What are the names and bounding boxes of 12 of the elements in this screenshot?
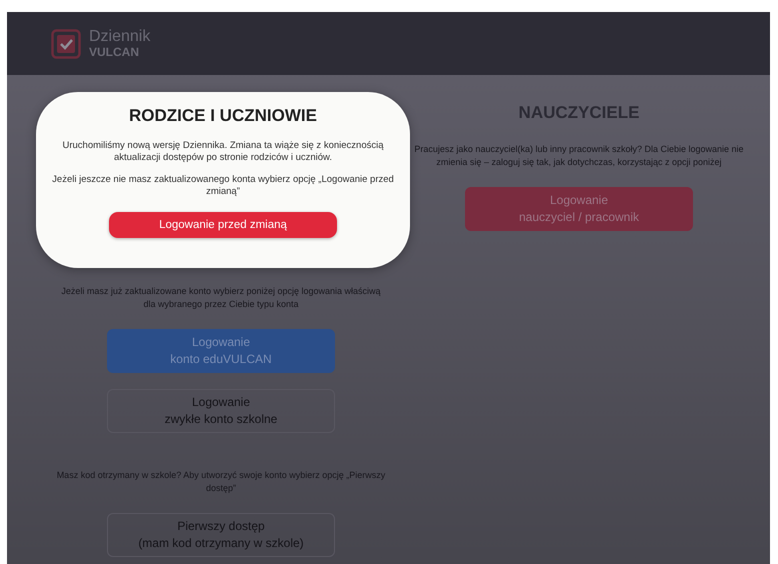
login-button[interactable]: Logowanie zwykłe konto szkolne xyxy=(107,389,335,433)
logo-title: Dziennik xyxy=(89,29,150,45)
dialog-message: Jeżeli jeszcze nie masz zaktualizowanego konta wybierz opcję „Logowanie przed zmianą” xyxy=(51,174,395,198)
login-button[interactable]: Logowanie nauczyciel / pracownik xyxy=(465,187,693,231)
login-button[interactable]: Logowanie konto eduVULCAN xyxy=(107,329,335,373)
logo-subtitle: VULCAN xyxy=(89,46,140,58)
section-description: Jeżeli masz już zaktualizowane konto wybierz poniżej opcję logowania właściwą dla wybranego przez Ciebie typu konta xyxy=(60,285,382,311)
section-description: Pracujesz jako nauczyciel(ka) lub inny pracownik szkoły? Dla Ciebie logowanie nie zmienia się – zaloguj się tak, jak dotychczas, korzystając z opcji poniżej xyxy=(414,143,744,169)
dialog-message: Uruchomiliśmy nową wersję Dziennika. Zmiana ta wiąże się z koniecznością aktualizacji dostępów po stronie rodziców i uczniów. xyxy=(61,140,384,164)
login-before-change-button[interactable]: Logowanie przed zmianą xyxy=(109,212,337,238)
dialog-title: RODZICE I UCZNIOWIE xyxy=(129,106,317,126)
logo-icon xyxy=(51,28,81,58)
